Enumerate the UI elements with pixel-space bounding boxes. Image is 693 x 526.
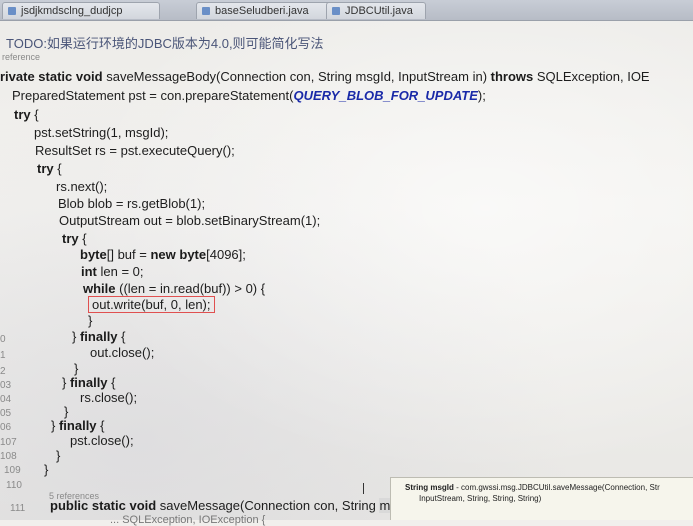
keyword: rivate static void — [0, 69, 103, 84]
code-line[interactable]: ResultSet rs = pst.executeQuery(); — [35, 143, 235, 158]
code-text: ); — [477, 88, 486, 103]
code-text: { — [107, 375, 116, 390]
code-line[interactable]: rs.next(); — [56, 179, 107, 194]
editor-tab-1[interactable]: jsdjkmdsclng_dudjcp — [2, 2, 160, 19]
reference-codelens[interactable]: reference — [2, 52, 40, 62]
line-number: 111 — [10, 503, 26, 514]
code-line[interactable]: PreparedStatement pst = con.prepareState… — [12, 88, 486, 103]
code-line[interactable]: pst.close(); — [70, 433, 134, 448]
keyword: byte — [80, 247, 107, 262]
code-text: { — [53, 161, 62, 176]
tab-label: JDBCUtil.java — [345, 5, 413, 17]
code-line[interactable]: OutputStream out = blob.setBinaryStream(… — [59, 213, 320, 228]
code-text: SQLException, IOE — [533, 69, 650, 84]
keyword: public static void — [50, 498, 157, 513]
line-number: 1 — [0, 350, 6, 361]
code-line[interactable]: } — [56, 448, 60, 463]
code-line[interactable]: try { — [62, 231, 87, 246]
keyword: try — [62, 231, 79, 246]
tooltip-line-1: String msgId - com.gwssi.msg.JDBCUtil.sa… — [405, 482, 693, 493]
hover-tooltip: String msgId - com.gwssi.msg.JDBCUtil.sa… — [390, 477, 693, 520]
code-text: saveMessage(Connection con, String — [156, 498, 380, 513]
tooltip-symbol: String msgId — [405, 483, 454, 492]
code-text: { — [117, 329, 126, 344]
line-number: 108 — [0, 451, 17, 462]
code-line[interactable]: } — [64, 404, 68, 419]
code-text: { — [30, 107, 39, 122]
code-line[interactable]: byte[] buf = new byte[4096]; — [80, 247, 246, 262]
code-line[interactable]: } finally { — [72, 329, 126, 344]
code-text: len = 0; — [96, 264, 144, 279]
tooltip-line-2: InputStream, String, String, String) — [419, 494, 542, 503]
editor-tab-2[interactable]: baseSeludberi.java — [196, 2, 342, 19]
line-number: 03 — [0, 380, 12, 391]
keyword: while — [83, 281, 116, 296]
code-line-method-signature-2[interactable]: public static void saveMessage(Connectio… — [50, 498, 419, 513]
code-line-partial[interactable]: ... SQLException, IOException { — [110, 514, 265, 526]
code-line[interactable]: pst.setString(1, msgId); — [34, 125, 168, 140]
java-file-icon — [332, 7, 340, 15]
code-text: { — [96, 418, 105, 433]
line-number: 109 — [4, 465, 21, 476]
tab-label: baseSeludberi.java — [215, 5, 309, 17]
code-text: ((len = in.read(buf)) > 0) { — [115, 281, 266, 296]
code-line-method-signature[interactable]: rivate static void saveMessageBody(Conne… — [0, 69, 650, 84]
text-cursor — [363, 483, 364, 494]
code-line[interactable]: try { — [37, 161, 62, 176]
code-text: { — [78, 231, 87, 246]
highlight-box: out.write(buf, 0, len); — [88, 296, 215, 313]
line-number: 2 — [0, 366, 6, 377]
line-number: 107 — [0, 437, 17, 448]
keyword: try — [14, 107, 31, 122]
code-line[interactable]: rs.close(); — [80, 390, 137, 405]
tooltip-detail: - com.gwssi.msg.JDBCUtil.saveMessage(Con… — [453, 483, 660, 492]
code-text: } — [51, 418, 59, 433]
keyword: int — [81, 264, 97, 279]
keyword: try — [37, 161, 54, 176]
code-line[interactable]: out.close(); — [90, 345, 154, 360]
keyword: finally — [69, 375, 108, 390]
java-file-icon — [202, 7, 210, 15]
line-number: 04 — [0, 394, 12, 405]
keyword: throws — [490, 69, 534, 84]
keyword: new — [150, 247, 176, 262]
code-line[interactable]: int len = 0; — [81, 264, 144, 279]
line-number: 05 — [0, 408, 12, 419]
editor-tab-bar: jsdjkmdsclng_dudjcp baseSeludberi.java J… — [0, 0, 693, 21]
code-line[interactable]: Blob blob = rs.getBlob(1); — [58, 196, 205, 211]
static-constant: QUERY_BLOB_FOR_UPDATE — [293, 88, 478, 103]
code-line[interactable]: while ((len = in.read(buf)) > 0) { — [83, 281, 265, 296]
code-line[interactable]: } finally { — [51, 418, 105, 433]
code-text: saveMessageBody(Connection con, String m… — [102, 69, 491, 84]
java-file-icon — [8, 7, 16, 15]
code-text: [4096]; — [206, 247, 246, 262]
line-number: 110 — [6, 480, 22, 491]
line-number: 0 — [0, 334, 6, 345]
editor-tab-3-active[interactable]: JDBCUtil.java — [326, 2, 426, 19]
code-line[interactable]: } — [74, 361, 78, 376]
code-line[interactable]: } finally { — [62, 375, 116, 390]
keyword: finally — [79, 329, 118, 344]
code-line-highlighted[interactable]: out.write(buf, 0, len); — [88, 296, 215, 313]
line-number: 06 — [0, 422, 12, 433]
tab-label: jsdjkmdsclng_dudjcp — [21, 5, 123, 17]
code-line[interactable]: } — [44, 462, 48, 477]
todo-comment: TODO:如果运行环境的JDBC版本为4.0,则可能简化写法 — [6, 36, 324, 51]
code-text: PreparedStatement pst = con.prepareState… — [12, 88, 294, 103]
code-line[interactable]: try { — [14, 107, 39, 122]
code-text: [] buf = — [106, 247, 151, 262]
code-text: } — [72, 329, 80, 344]
code-text: } — [62, 375, 70, 390]
code-line[interactable]: } — [88, 313, 92, 328]
keyword: finally — [58, 418, 97, 433]
keyword: byte — [179, 247, 207, 262]
